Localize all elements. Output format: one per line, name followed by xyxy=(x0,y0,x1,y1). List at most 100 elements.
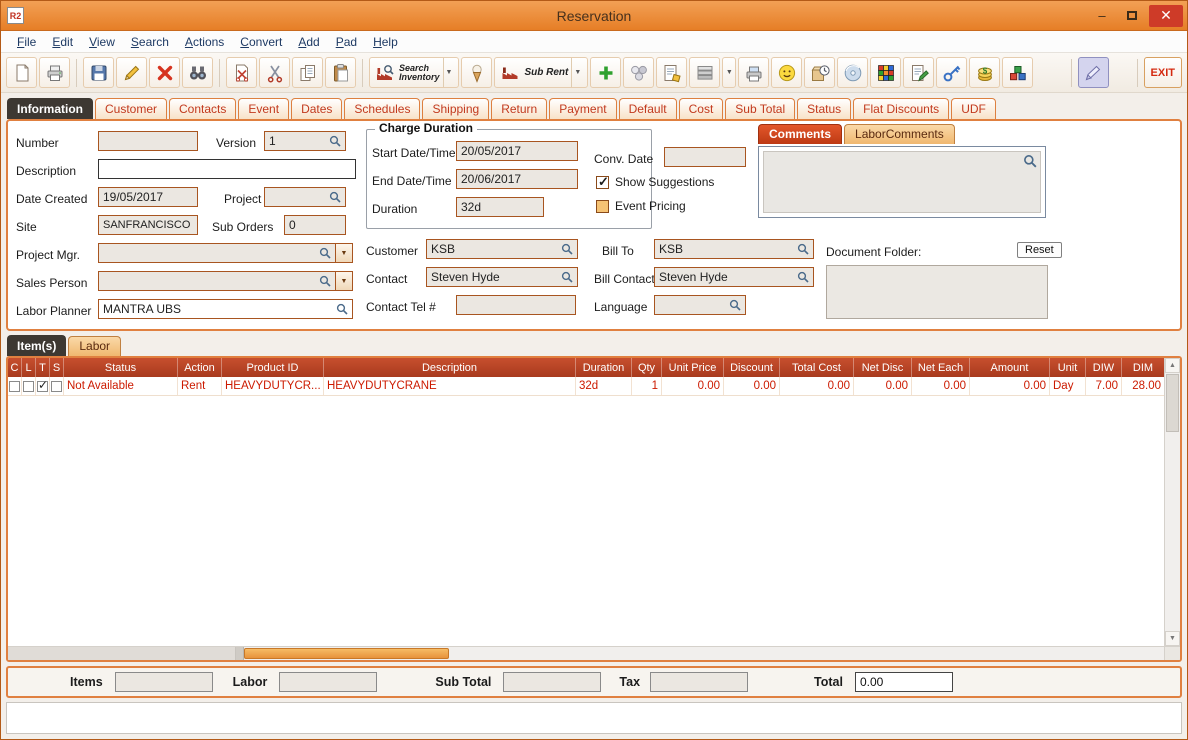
header-product-id[interactable]: Product ID xyxy=(222,358,324,377)
header-duration[interactable]: Duration xyxy=(576,358,632,377)
search-icon[interactable] xyxy=(729,299,741,311)
horizontal-scrollbar[interactable] xyxy=(8,646,1180,660)
duration-input[interactable]: 32d xyxy=(456,197,544,217)
delete-button[interactable] xyxy=(149,57,180,88)
menu-convert[interactable]: Convert xyxy=(232,33,290,51)
comments-box[interactable] xyxy=(758,146,1046,218)
search-icon[interactable] xyxy=(336,303,348,315)
header-qty[interactable]: Qty xyxy=(632,358,662,377)
tab-information[interactable]: Information xyxy=(7,98,93,119)
version-input[interactable]: 1 xyxy=(264,131,346,151)
menu-search[interactable]: Search xyxy=(123,33,177,51)
contact-input[interactable]: Steven Hyde xyxy=(426,267,578,287)
header-amount[interactable]: Amount xyxy=(970,358,1050,377)
project-mgr-input[interactable] xyxy=(98,243,336,263)
search-icon[interactable] xyxy=(329,191,341,203)
vertical-scroll-thumb[interactable] xyxy=(1166,374,1179,432)
key-button[interactable] xyxy=(936,57,967,88)
search-icon[interactable] xyxy=(329,135,341,147)
horizontal-scroll-thumb[interactable] xyxy=(244,648,449,659)
search-inventory-dropdown[interactable]: ▼ xyxy=(443,58,455,87)
scroll-down-icon[interactable]: ▼ xyxy=(1165,631,1180,646)
tab-status[interactable]: Status xyxy=(797,98,851,119)
vertical-scroll-track[interactable] xyxy=(1165,373,1180,631)
scroll-splitter[interactable] xyxy=(236,647,244,660)
frozen-scroll-region[interactable] xyxy=(8,647,236,660)
bill-to-input[interactable]: KSB xyxy=(654,239,814,259)
cd-button[interactable] xyxy=(837,57,868,88)
tab-contacts[interactable]: Contacts xyxy=(169,98,236,119)
search-inventory-button[interactable]: SearchInventory ▼ xyxy=(369,57,459,88)
table-row[interactable]: Not Available Rent HEAVYDUTYCR... HEAVYD… xyxy=(8,377,1164,396)
event-pricing-checkbox[interactable]: Event Pricing xyxy=(596,199,686,213)
labor-planner-input[interactable]: MANTRA UBS xyxy=(98,299,353,319)
cut-button[interactable] xyxy=(259,57,290,88)
search-icon[interactable] xyxy=(797,243,809,255)
tab-comments[interactable]: Comments xyxy=(758,124,842,144)
edit-pencil-button[interactable] xyxy=(116,57,147,88)
bill-contact-input[interactable]: Steven Hyde xyxy=(654,267,814,287)
tab-udf[interactable]: UDF xyxy=(951,98,996,119)
titlebar[interactable]: R2 Reservation – ✕ xyxy=(1,1,1187,31)
money-button[interactable]: $ xyxy=(969,57,1000,88)
exit-button[interactable]: EXIT xyxy=(1144,57,1182,88)
reset-button[interactable]: Reset xyxy=(1017,242,1062,258)
layers-dropdown-button[interactable]: ▼ xyxy=(722,57,736,88)
menu-pad[interactable]: Pad xyxy=(328,33,365,51)
contact-tel-input[interactable] xyxy=(456,295,576,315)
conv-date-input[interactable] xyxy=(664,147,746,167)
header-net-disc[interactable]: Net Disc xyxy=(854,358,912,377)
horizontal-scroll-track[interactable] xyxy=(449,647,1164,660)
end-date-input[interactable]: 20/06/2017 xyxy=(456,169,578,189)
tab-shipping[interactable]: Shipping xyxy=(422,98,489,119)
tab-sub-total[interactable]: Sub Total xyxy=(725,98,795,119)
search-icon[interactable] xyxy=(319,247,331,259)
spheres-button[interactable] xyxy=(623,57,654,88)
cell-s[interactable] xyxy=(50,377,64,395)
search-icon[interactable] xyxy=(561,271,573,283)
tab-dates[interactable]: Dates xyxy=(291,98,342,119)
site-input[interactable]: SANFRANCISCO xyxy=(98,215,198,235)
header-diw[interactable]: DIW xyxy=(1086,358,1122,377)
print-labels-button[interactable] xyxy=(738,57,769,88)
customer-input[interactable]: KSB xyxy=(426,239,578,259)
tab-payment[interactable]: Payment xyxy=(549,98,616,119)
edit-note-button[interactable] xyxy=(656,57,687,88)
scroll-up-icon[interactable]: ▲ xyxy=(1165,358,1180,373)
sales-person-input[interactable] xyxy=(98,271,336,291)
menu-help[interactable]: Help xyxy=(365,33,406,51)
menu-edit[interactable]: Edit xyxy=(44,33,81,51)
date-created-input[interactable]: 19/05/2017 xyxy=(98,187,198,207)
header-dim[interactable]: DIM xyxy=(1122,358,1164,377)
maximize-button[interactable] xyxy=(1119,6,1145,26)
cell-l[interactable] xyxy=(22,377,36,395)
menu-file[interactable]: File xyxy=(9,33,44,51)
smiley-button[interactable] xyxy=(771,57,802,88)
tab-customer[interactable]: Customer xyxy=(95,98,167,119)
header-t[interactable]: T xyxy=(36,358,50,377)
search-icon[interactable] xyxy=(1023,154,1037,168)
tax-input[interactable] xyxy=(650,672,748,692)
write-note-button[interactable] xyxy=(903,57,934,88)
tab-default[interactable]: Default xyxy=(619,98,677,119)
labor-total-input[interactable] xyxy=(279,672,377,692)
tab-flat-discounts[interactable]: Flat Discounts xyxy=(853,98,949,119)
checkbox-icon[interactable] xyxy=(37,381,48,392)
rubik-cube-button[interactable] xyxy=(870,57,901,88)
header-net-each[interactable]: Net Each xyxy=(912,358,970,377)
start-date-input[interactable]: 20/05/2017 xyxy=(456,141,578,161)
header-unit-price[interactable]: Unit Price xyxy=(662,358,724,377)
menu-add[interactable]: Add xyxy=(290,33,327,51)
description-input[interactable] xyxy=(98,159,356,179)
header-discount[interactable]: Discount xyxy=(724,358,780,377)
show-suggestions-checkbox[interactable]: Show Suggestions xyxy=(596,175,714,189)
tab-schedules[interactable]: Schedules xyxy=(344,98,420,119)
new-document-button[interactable] xyxy=(6,57,37,88)
header-action[interactable]: Action xyxy=(178,358,222,377)
vertical-scrollbar[interactable]: ▲ ▼ xyxy=(1164,358,1180,646)
sub-rent-dropdown[interactable]: ▼ xyxy=(571,58,583,87)
cell-t[interactable] xyxy=(36,377,50,395)
paste-button[interactable] xyxy=(325,57,356,88)
checkbox-icon[interactable] xyxy=(23,381,34,392)
project-mgr-dropdown[interactable]: ▼ xyxy=(336,243,353,263)
